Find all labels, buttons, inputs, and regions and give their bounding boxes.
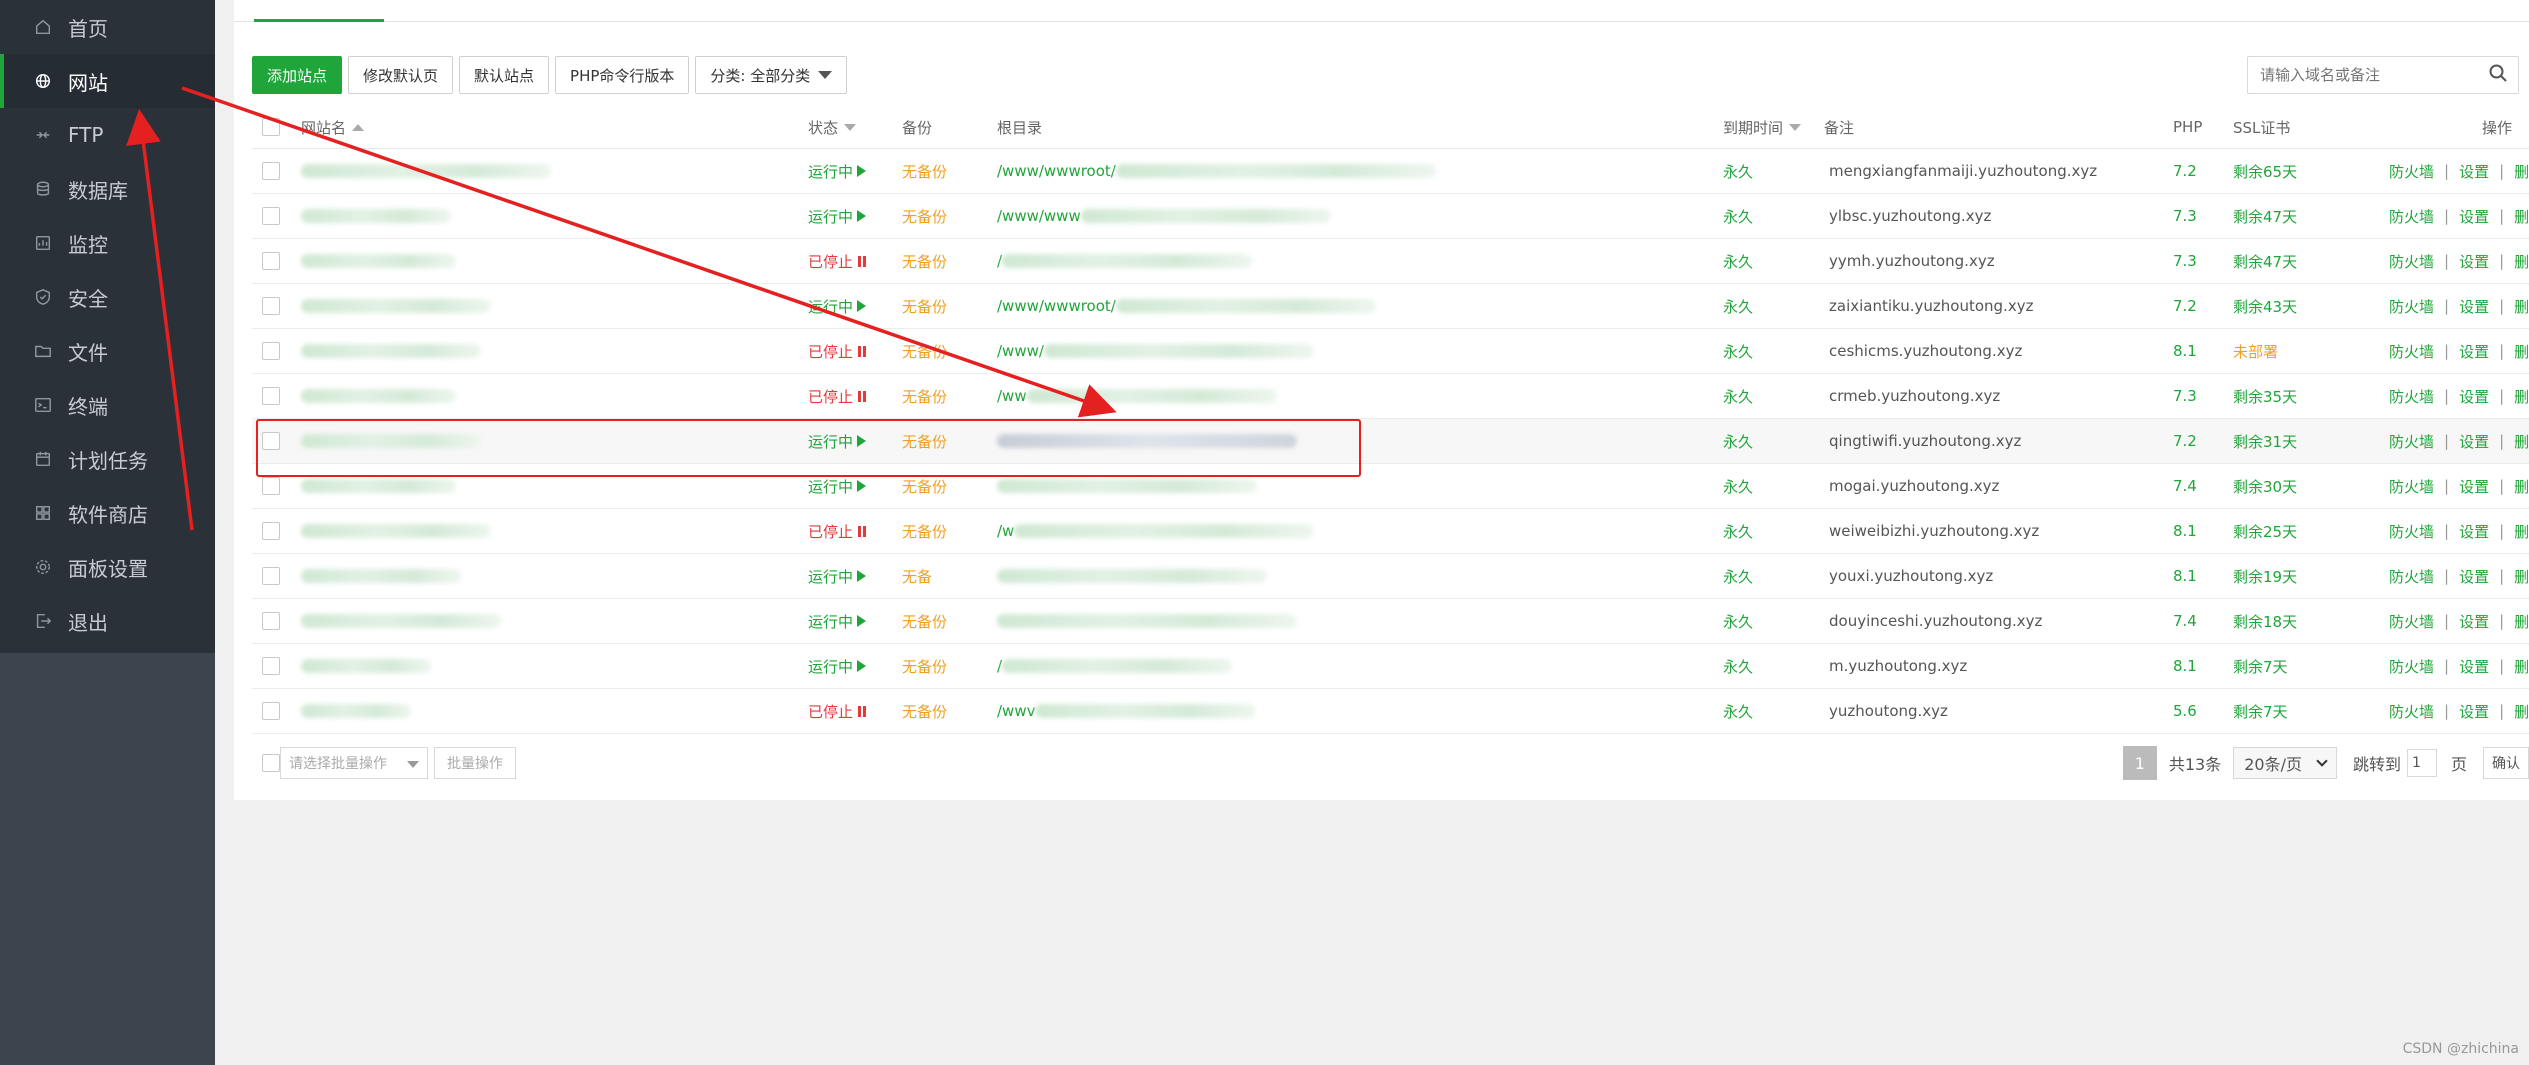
annotation-arrow-to-menu: [126, 109, 194, 531]
annotation-arrow-to-row: [181, 86, 1117, 418]
watermark: CSDN @zhichina: [2402, 1041, 2519, 1057]
annotation-arrows: [126, 86, 1117, 531]
